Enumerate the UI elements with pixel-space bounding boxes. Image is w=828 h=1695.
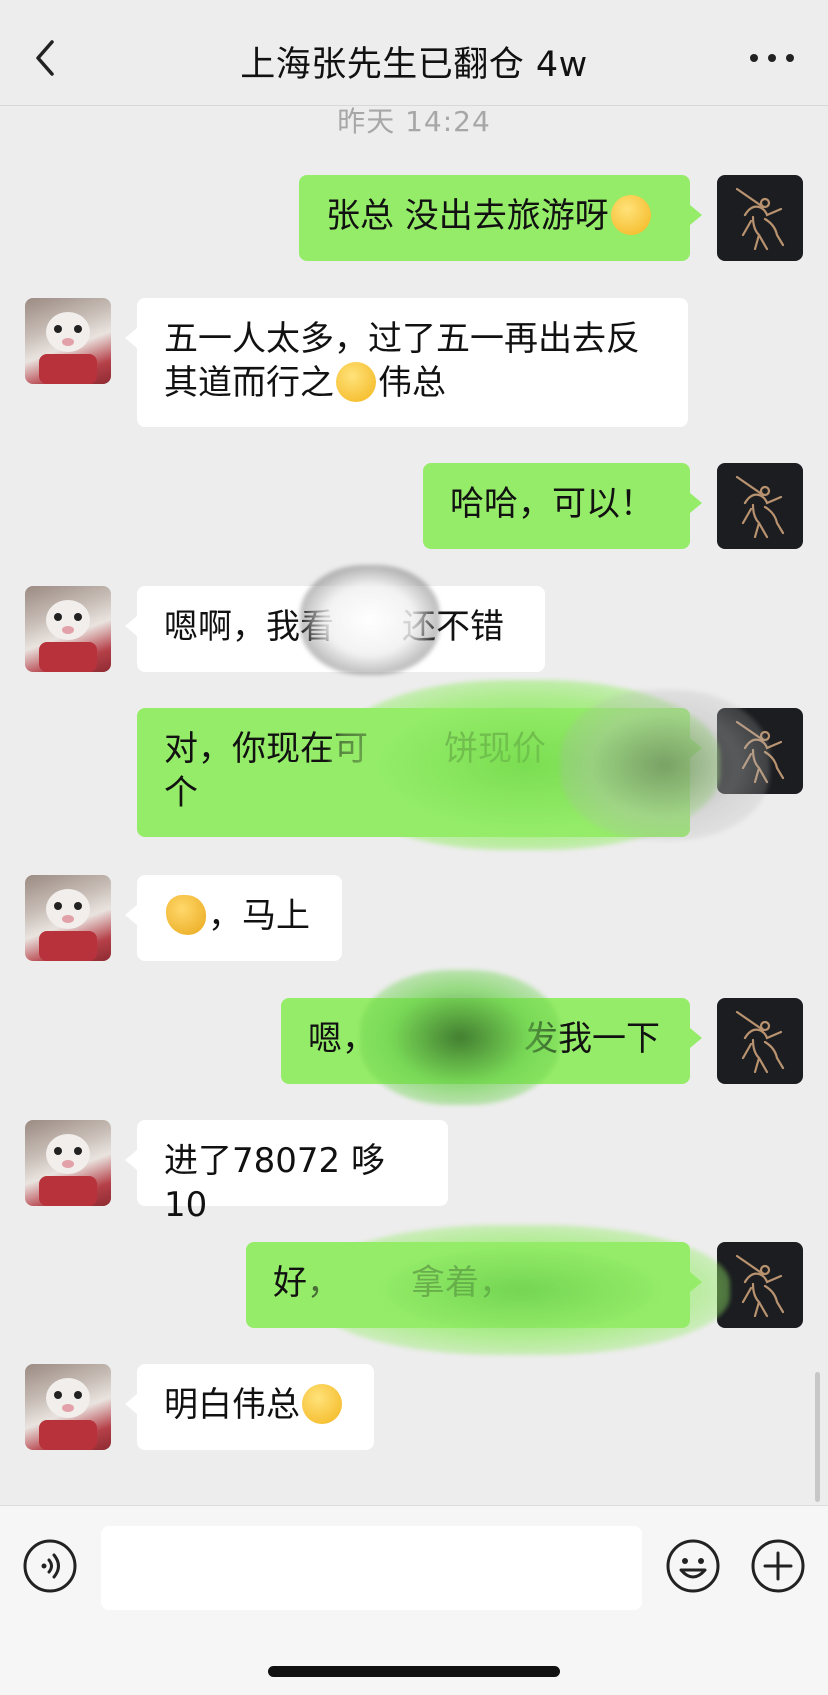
message-bubble[interactable]: 对，你现在可 饼现价 个	[137, 708, 702, 837]
message-text: 哈哈，可以！	[450, 484, 654, 524]
message-bubble[interactable]: ，马上	[125, 875, 342, 961]
back-chevron-icon[interactable]	[28, 36, 64, 80]
avatar[interactable]	[717, 998, 803, 1084]
emoji-icon[interactable]	[665, 1538, 721, 1594]
message-text: 嗯，	[308, 1019, 376, 1059]
avatar[interactable]	[717, 175, 803, 261]
voice-icon[interactable]	[22, 1538, 78, 1594]
message-text: 明白伟总	[164, 1385, 300, 1425]
chat-header: 上海张先生已翻仓 4w	[0, 0, 828, 106]
avatar[interactable]	[25, 586, 111, 672]
message-text: 伟总	[378, 363, 446, 403]
face-with-headband-icon	[302, 1384, 342, 1424]
message-text: 嗯啊，我看	[164, 607, 334, 647]
message-text: 好，	[273, 1263, 341, 1303]
plus-icon[interactable]	[750, 1538, 806, 1594]
message-bubble[interactable]: 五一人太多，过了五一再出去反 其道而行之 伟总	[125, 298, 688, 427]
message-input[interactable]	[101, 1526, 642, 1610]
message-text: 发我一下	[524, 1019, 660, 1059]
avatar[interactable]	[25, 1120, 111, 1206]
message-bubble[interactable]: 好， 拿着，	[246, 1242, 702, 1328]
scroll-indicator[interactable]	[815, 1372, 820, 1502]
message-text: 还不错	[402, 607, 504, 647]
message-text: 饼现价	[444, 729, 546, 769]
message-text: 个	[164, 773, 198, 813]
message-bubble[interactable]: 嗯啊，我看 还不错	[125, 586, 545, 672]
message-text: 其道而行之	[164, 363, 334, 403]
tears-of-joy-icon	[336, 362, 376, 402]
message-text: 张总 没出去旅游呀	[326, 196, 609, 236]
message-timestamp: 昨天 14:24	[337, 105, 491, 138]
message-text: 对，你现在可	[164, 729, 368, 769]
message-text: 进了78072 哆10	[164, 1141, 385, 1225]
ok-hand-icon	[166, 895, 206, 935]
avatar[interactable]	[25, 1364, 111, 1450]
message-bubble[interactable]: 明白伟总	[125, 1364, 374, 1450]
more-dots-icon[interactable]	[744, 40, 800, 76]
message-bubble[interactable]: 哈哈，可以！	[423, 463, 702, 549]
home-indicator[interactable]	[268, 1666, 560, 1677]
avatar[interactable]	[717, 1242, 803, 1328]
avatar[interactable]	[25, 875, 111, 961]
chat-title: 上海张先生已翻仓 4w	[240, 45, 588, 85]
message-bubble[interactable]: 进了78072 哆10	[125, 1120, 448, 1225]
message-text: 五一人太多，过了五一再出去反	[164, 319, 640, 359]
avatar[interactable]	[717, 463, 803, 549]
avatar[interactable]	[25, 298, 111, 384]
message-bubble[interactable]: 张总 没出去旅游呀	[299, 175, 702, 261]
message-text: 拿着，	[411, 1263, 513, 1303]
message-bubble[interactable]: 嗯， 发我一下	[281, 998, 702, 1084]
avatar[interactable]	[717, 708, 803, 794]
message-text: ，马上	[208, 896, 310, 936]
thinking-face-icon	[610, 195, 651, 235]
